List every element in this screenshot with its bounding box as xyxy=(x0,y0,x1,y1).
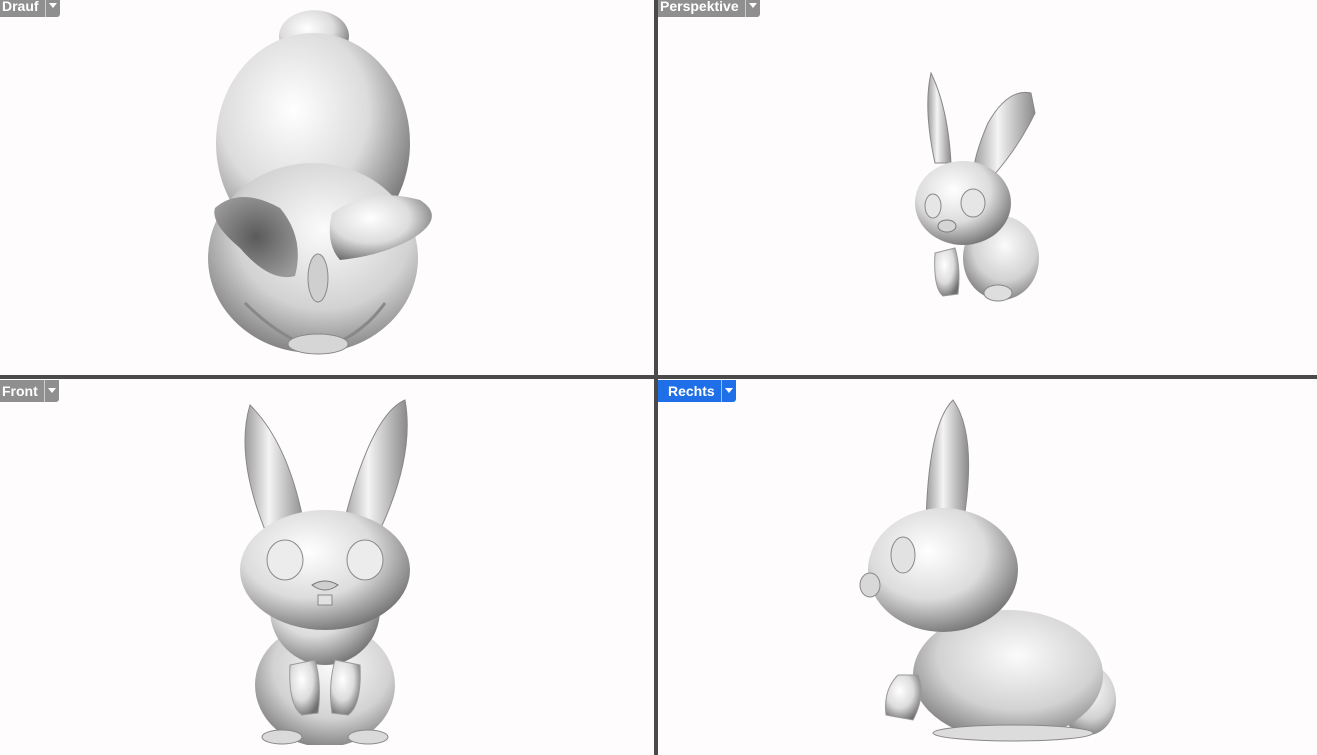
viewport-tab-perspective[interactable]: Perspektive xyxy=(658,0,760,17)
chevron-down-icon[interactable] xyxy=(43,380,59,402)
viewport-tab-right-label: Rechts xyxy=(668,383,715,399)
viewport-tab-top[interactable]: Drauf xyxy=(0,0,60,17)
viewport-tab-front[interactable]: Front xyxy=(0,380,59,402)
viewport-tab-front-label: Front xyxy=(2,383,38,399)
viewport-divider-horizontal[interactable] xyxy=(0,375,1317,379)
viewport-tab-top-label: Drauf xyxy=(2,0,39,14)
viewport-tab-right[interactable]: Rechts xyxy=(658,380,736,402)
rabbit-perspective-view-icon[interactable] xyxy=(913,68,1043,304)
chevron-down-icon[interactable] xyxy=(720,380,736,402)
viewport-perspective[interactable]: Perspektive xyxy=(658,0,1317,375)
viewport-top[interactable]: Drauf xyxy=(0,0,654,375)
rabbit-right-view-icon[interactable] xyxy=(858,395,1123,745)
chevron-down-icon[interactable] xyxy=(44,0,60,17)
rabbit-front-view-icon[interactable] xyxy=(230,395,420,745)
viewport-front[interactable]: Front xyxy=(0,379,654,755)
chevron-down-icon[interactable] xyxy=(744,0,760,17)
viewport-right[interactable]: Rechts xyxy=(658,379,1317,755)
viewport-tab-perspective-label: Perspektive xyxy=(660,0,739,14)
rabbit-top-view-icon[interactable] xyxy=(200,8,445,360)
